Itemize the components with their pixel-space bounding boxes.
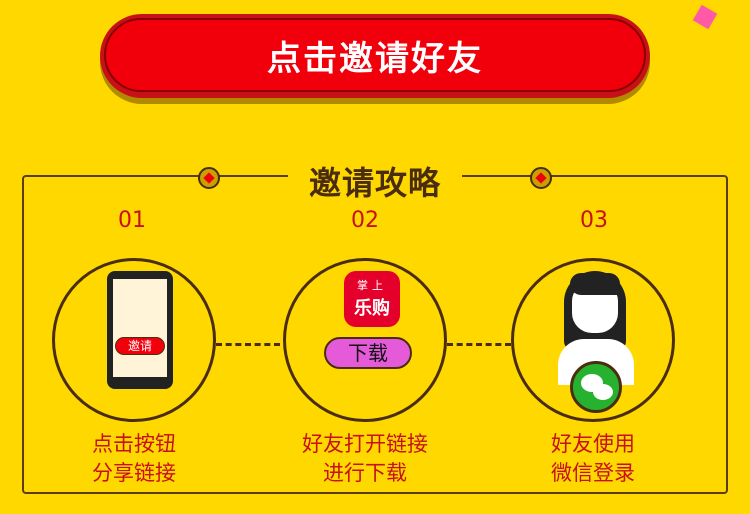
left-ornament-icon bbox=[198, 167, 220, 189]
step-1-number: 01 bbox=[118, 208, 146, 233]
step-2-illustration: 掌上 乐购 下载 bbox=[283, 258, 447, 422]
step-1-caption: 点击按钮 分享链接 bbox=[92, 432, 176, 485]
phone-icon: 邀请 bbox=[107, 271, 173, 389]
invite-chip: 邀请 bbox=[115, 337, 165, 355]
decorative-diamond-icon bbox=[692, 4, 718, 30]
step-connector bbox=[216, 343, 280, 346]
wechat-icon bbox=[570, 361, 622, 413]
step-connector bbox=[447, 343, 511, 346]
app-icon: 掌上 乐购 bbox=[344, 271, 400, 327]
right-ornament-icon bbox=[530, 167, 552, 189]
step-3-number: 03 bbox=[580, 208, 608, 233]
girl-bangs bbox=[570, 273, 620, 295]
invite-friends-button[interactable]: 点击邀请好友 bbox=[100, 14, 650, 98]
download-chip: 下载 bbox=[324, 337, 412, 369]
step-3-caption: 好友使用 微信登录 bbox=[551, 432, 635, 485]
step-3-illustration bbox=[511, 258, 675, 422]
panel-title: 邀请攻略 bbox=[308, 164, 441, 202]
step-2-caption: 好友打开链接 进行下载 bbox=[302, 432, 428, 485]
invite-friends-label: 点击邀请好友 bbox=[104, 18, 646, 92]
step-1-illustration: 邀请 bbox=[52, 258, 216, 422]
step-2-number: 02 bbox=[351, 208, 379, 233]
